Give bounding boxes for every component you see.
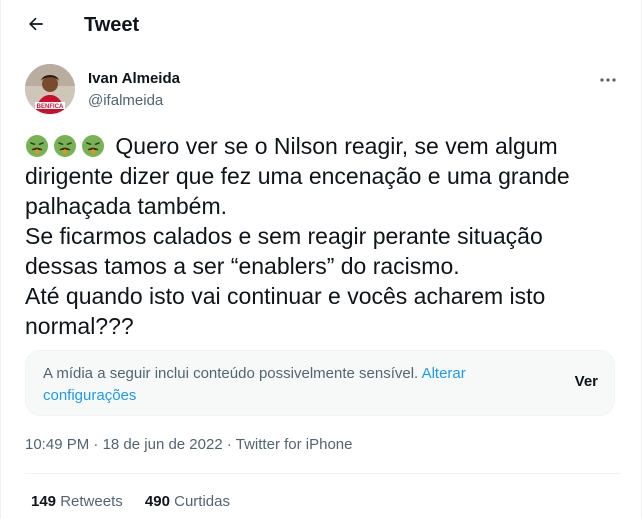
likes-label: Curtidas <box>174 493 230 510</box>
view-media-button[interactable]: Ver <box>575 373 598 390</box>
avatar-badge-text: BENFICA <box>37 104 64 110</box>
nauseated-face-icon <box>81 134 105 158</box>
tweet-line-6: Até quando isto vai continuar e vocês ac… <box>25 283 546 309</box>
avatar[interactable]: BENFICA <box>25 64 75 114</box>
tweet-date[interactable]: 18 de jun de 2022 <box>103 436 223 453</box>
tweet-meta: 10:49 PM · 18 de jun de 2022 · Twitter f… <box>25 435 352 455</box>
author-handle[interactable]: @ifalmeida <box>88 91 163 111</box>
tweet-line-3: palhaçada também. <box>25 193 228 219</box>
nauseated-face-icon <box>53 134 77 158</box>
tweet-page: Tweet BENFICA Ivan Almeida @ifalmeida Qu… <box>0 0 642 519</box>
author-row: BENFICA Ivan Almeida @ifalmeida <box>25 64 621 116</box>
tweet-line-1: Quero ver se o Nilson reagir, se vem alg… <box>25 131 615 161</box>
arrow-left-icon <box>26 14 46 39</box>
likes-count: 490 <box>144 493 170 510</box>
meta-separator: · <box>93 436 99 453</box>
nauseated-face-icon <box>25 134 49 158</box>
tweet-stats: 149 Retweets 490 Curtidas <box>31 492 248 512</box>
tweet-source[interactable]: Twitter for iPhone <box>236 436 353 453</box>
tweet-time[interactable]: 10:49 PM <box>25 436 89 453</box>
change-settings-link-part1: Alterar <box>421 365 466 382</box>
author-name[interactable]: Ivan Almeida <box>88 69 180 89</box>
retweets-count: 149 <box>31 493 57 510</box>
retweets-stat[interactable]: 149 Retweets <box>31 492 123 512</box>
avatar-image: BENFICA <box>25 64 75 114</box>
retweets-label: Retweets <box>60 493 123 510</box>
tweet-line-7: normal??? <box>25 313 134 339</box>
tweet-line-2: dirigente dizer que fez uma encenação e … <box>25 163 570 189</box>
tweet-line-1-text: Quero ver se o Nilson reagir, se vem alg… <box>115 133 558 159</box>
likes-stat[interactable]: 490 Curtidas <box>145 492 230 512</box>
more-horizontal-icon <box>599 70 617 88</box>
back-button[interactable] <box>19 9 53 43</box>
sensitive-media-warning: A mídia a seguir inclui conteúdo possive… <box>25 350 615 416</box>
divider <box>25 473 621 474</box>
change-settings-link-part2: configurações <box>43 387 137 404</box>
page-header: Tweet <box>1 0 641 52</box>
sensitive-notice-text: A mídia a seguir inclui conteúdo possive… <box>43 365 419 382</box>
page-title: Tweet <box>84 14 140 36</box>
tweet-text: Quero ver se o Nilson reagir, se vem alg… <box>25 131 615 341</box>
tweet-line-4: Se ficarmos calados e sem reagir perante… <box>25 223 543 249</box>
more-options-button[interactable] <box>597 68 619 90</box>
meta-separator: · <box>226 436 232 453</box>
sensitive-media-notice: A mídia a seguir inclui conteúdo possive… <box>43 363 513 407</box>
tweet-line-5: dessas tamos a ser “enablers” do racismo… <box>25 253 460 279</box>
